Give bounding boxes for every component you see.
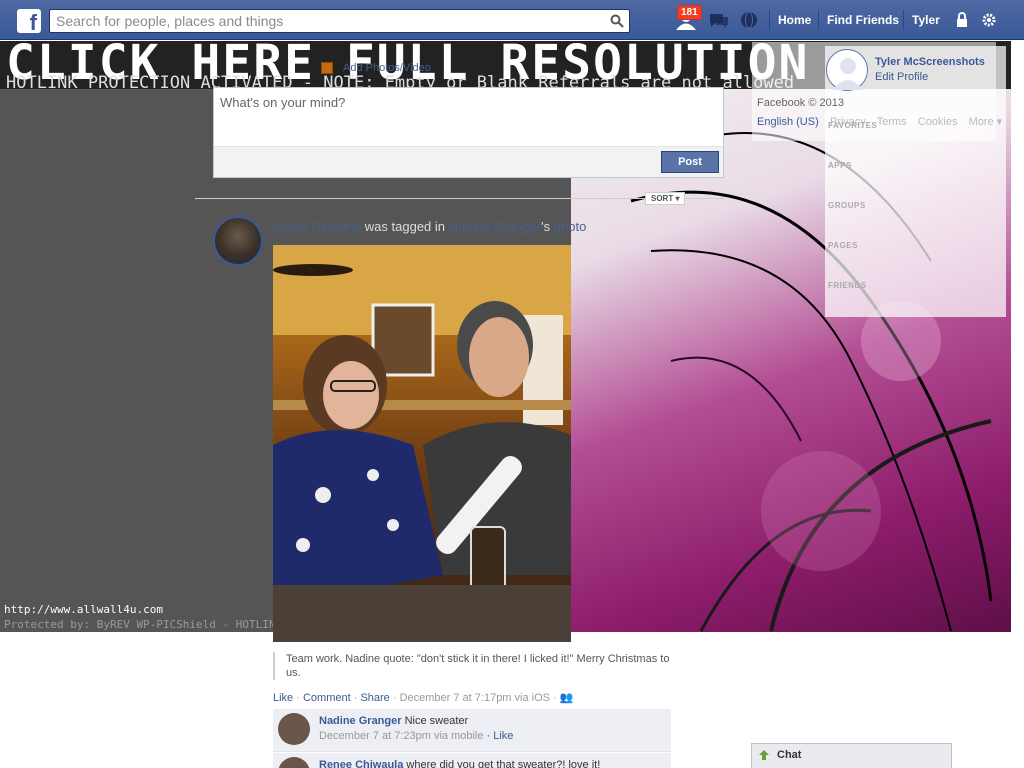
sidebar-groups[interactable]: GROUPS <box>828 201 866 210</box>
edit-profile-link[interactable]: Edit Profile <box>875 71 928 83</box>
top-bar: f 181 Home Find Friends Tyler <box>0 0 1024 40</box>
status-composer: Post <box>213 87 724 178</box>
comment-author[interactable]: Nadine Granger <box>319 715 402 727</box>
notification-badge: 181 <box>677 5 702 20</box>
gear-icon[interactable] <box>981 12 997 28</box>
status-input[interactable] <box>220 95 710 135</box>
share-link[interactable]: Share <box>360 692 389 704</box>
comment-body: Nadine Granger Nice sweater December 7 a… <box>319 715 514 742</box>
facebook-logo[interactable]: f <box>17 9 41 33</box>
comment-text: where did you get that sweater?! love it… <box>406 759 601 768</box>
photo-illustration <box>273 245 571 642</box>
sidebar-pages[interactable]: PAGES <box>828 241 858 250</box>
story-end: . <box>586 219 590 234</box>
chat-bar[interactable]: Chat <box>751 743 952 768</box>
story-owner-suffix: 's <box>541 219 551 234</box>
more-link[interactable]: More ▾ <box>969 116 1003 128</box>
story-owner-link[interactable]: Nadine Granger <box>449 219 542 234</box>
language-link[interactable]: English (US) <box>757 116 819 128</box>
sidebar-apps[interactable]: APPS <box>828 161 852 170</box>
sort-label: SORT <box>651 194 674 203</box>
comment-avatar[interactable] <box>278 757 310 768</box>
nav-home[interactable]: Home <box>778 13 811 27</box>
comment-link[interactable]: Comment <box>303 692 351 704</box>
add-photo-link[interactable]: Add Photos/Video <box>343 62 431 74</box>
nav-separator <box>818 10 819 30</box>
comment-author[interactable]: Renee Chiwaula <box>319 759 403 768</box>
default-avatar-icon <box>833 58 863 90</box>
wallpaper-protected-text: Protected by: ByREV WP-PICShield - HOTLI… <box>4 618 283 631</box>
comment-item: Renee Chiwaula where did you get that sw… <box>273 753 671 768</box>
comment-body: Renee Chiwaula where did you get that sw… <box>319 758 600 768</box>
nav-separator <box>769 10 770 30</box>
story-photo[interactable] <box>273 245 571 642</box>
story-author-link[interactable]: Jason Nardone <box>273 219 361 234</box>
like-link[interactable]: Like <box>273 692 293 704</box>
nav-find-friends[interactable]: Find Friends <box>827 13 899 27</box>
nav-separator <box>903 10 904 30</box>
sidebar-friends[interactable]: FRIENDS <box>828 281 867 290</box>
search-icon[interactable] <box>610 14 624 28</box>
story-tagged-text: was tagged in <box>364 219 446 234</box>
photo-icon <box>321 62 333 74</box>
globe-icon[interactable] <box>738 10 760 30</box>
wallpaper-url: http://www.allwall4u.com <box>4 603 163 616</box>
post-button[interactable]: Post <box>661 151 719 173</box>
privacy-lock-icon[interactable] <box>954 12 970 28</box>
chat-label: Chat <box>777 749 802 761</box>
composer-footer: Post <box>214 146 723 177</box>
story-caption: Team work. Nadine quote: "don't stick it… <box>273 652 673 680</box>
story-header: Jason Nardone was tagged in Nadine Grang… <box>273 219 590 234</box>
story-photo-link[interactable]: photo <box>554 219 587 234</box>
cookies-link[interactable]: Cookies <box>918 116 958 128</box>
search-box <box>49 9 630 33</box>
profile-name-link[interactable]: Tyler McScreenshots <box>875 56 985 68</box>
chat-status-icon <box>759 750 769 760</box>
comment-avatar[interactable] <box>278 713 310 745</box>
search-input[interactable] <box>50 10 600 32</box>
profile-avatar[interactable] <box>826 49 868 91</box>
comment-like-link[interactable]: Like <box>493 730 513 742</box>
nav-profile[interactable]: Tyler <box>912 13 940 27</box>
sort-button[interactable]: SORT ▾ <box>645 192 686 205</box>
audience-icon[interactable]: 👥 <box>560 692 574 704</box>
copyright-text: Facebook © 2013 <box>757 97 844 109</box>
messages-icon[interactable] <box>708 10 730 30</box>
story-timestamp: December 7 at 7:17pm via iOS <box>399 692 550 704</box>
sidebar-favorites[interactable]: FAVORITES <box>828 121 877 130</box>
story-author-avatar[interactable] <box>213 216 263 266</box>
story-actions: Like · Comment · Share · December 7 at 7… <box>273 692 574 704</box>
comment-item: Nadine Granger Nice sweater December 7 a… <box>273 709 671 752</box>
footer-links: English (US) Privacy Terms Cookies More … <box>757 115 1010 128</box>
comment-text: Nice sweater <box>404 715 469 727</box>
comment-meta: December 7 at 7:23pm via mobile <box>319 730 484 742</box>
terms-link[interactable]: Terms <box>877 116 907 128</box>
